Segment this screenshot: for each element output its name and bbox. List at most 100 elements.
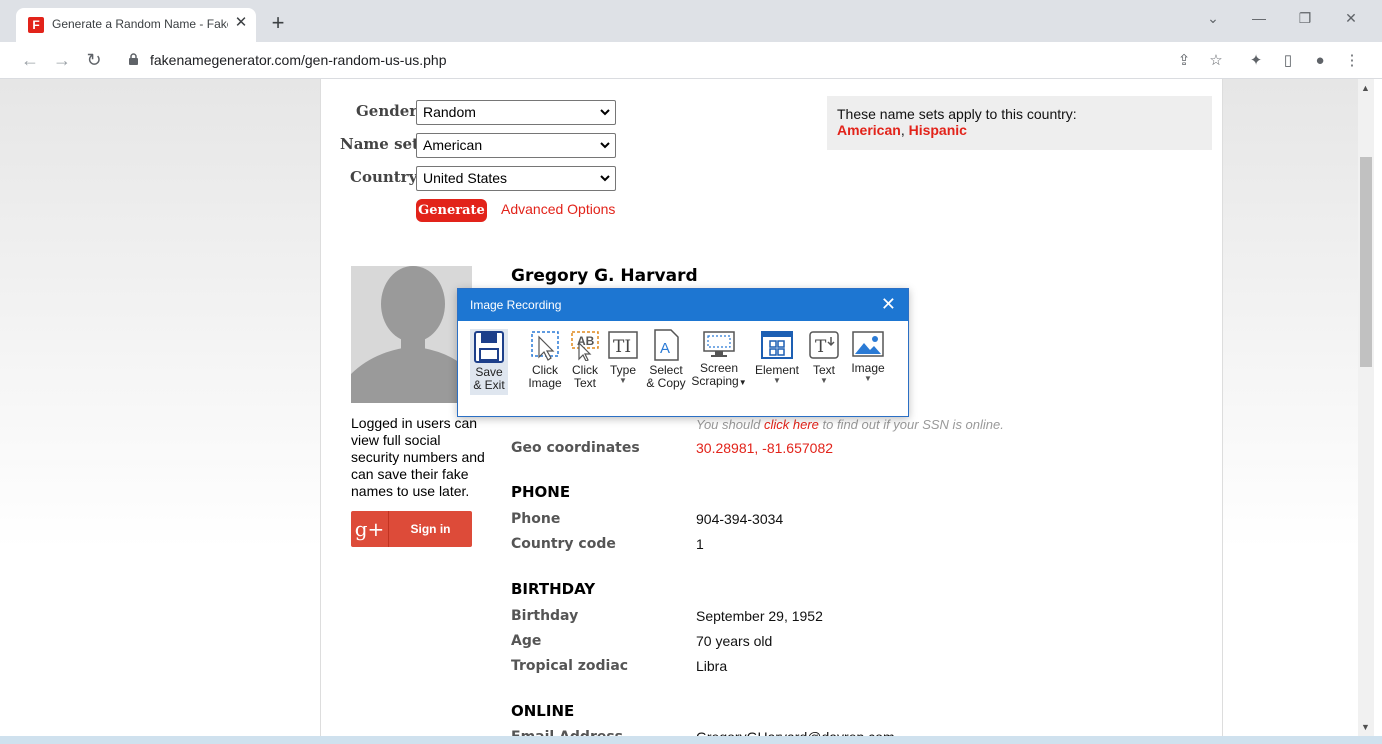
profile-icon[interactable]: ● [1309,50,1331,72]
select-copy-icon: A [654,329,679,361]
restore-icon[interactable]: ❐ [1293,10,1317,27]
country-code-label: Country code [511,536,616,552]
forward-icon[interactable]: → [51,50,73,72]
dropdown-caret-icon: ▼ [738,378,747,387]
nameset-separator: , [900,122,909,138]
zodiac-label: Tropical zodiac [511,658,629,674]
dropdown-caret-icon: ▼ [820,376,828,385]
extensions-icon[interactable]: ✦ [1245,50,1267,72]
address-bar[interactable]: fakenamegenerator.com/gen-random-us-us.p… [150,52,447,68]
dialog-title: Image Recording [458,289,908,321]
phone-label: Phone [511,511,561,527]
dropdown-caret-icon: ▼ [619,376,627,385]
screen-scraping-button[interactable]: Screen Scraping▼ [691,329,747,389]
age-label: Age [511,633,542,649]
geo-value-link[interactable]: 30.28981, -81.657082 [696,440,833,456]
browser-toolbar: ← → ↻ fakenamegenerator.com/gen-random-u… [0,42,1382,79]
signin-label: Sign in [410,522,451,536]
browser-tab[interactable]: F Generate a Random Name - Fake Name Gen… [16,8,256,42]
ssn-note: You should click here to find out if you… [696,417,1004,432]
click-image-button[interactable]: Click Image [526,329,564,390]
type-icon: TI [608,331,638,359]
svg-text:TI: TI [613,337,631,357]
google-plus-icon: g+ [351,511,389,547]
scroll-down-icon[interactable]: ▼ [1361,722,1370,732]
birthday-heading: BIRTHDAY [511,580,596,598]
nameset-link-hispanic[interactable]: Hispanic [909,122,967,138]
namesets-info-box: These name sets apply to this country: A… [827,96,1212,150]
text-button[interactable]: T Text ▼ [806,329,842,385]
taskbar [0,736,1382,744]
type-button[interactable]: TI Type ▼ [604,329,642,385]
dropdown-caret-icon: ▼ [773,376,781,385]
geo-label: Geo coordinates [511,440,640,456]
age-value: 70 years old [696,633,773,649]
ssn-click-here-link[interactable]: click here [764,417,819,432]
image-button[interactable]: Image ▼ [848,329,888,383]
tab-strip: F Generate a Random Name - Fake Name Gen… [0,0,1382,42]
chevron-down-icon [600,175,610,182]
reload-icon[interactable]: ↻ [83,50,105,72]
gender-select[interactable]: Random [416,100,616,125]
phone-value: 904-394-3034 [696,511,784,527]
country-select[interactable]: United States [416,166,616,191]
google-signin-button[interactable]: g+ Sign in [351,511,472,547]
scroll-up-icon[interactable]: ▲ [1361,83,1370,93]
online-heading: ONLINE [511,702,575,720]
tab-search-icon[interactable]: ⌄ [1201,10,1225,27]
country-code-value: 1 [696,536,704,552]
share-icon[interactable]: ⇪ [1173,50,1195,72]
phone-heading: PHONE [511,483,571,501]
favicon-icon: F [28,17,44,33]
birthday-value: September 29, 1952 [696,608,823,624]
svg-text:A: A [660,340,670,357]
window-close-icon[interactable]: ✕ [1339,10,1363,27]
dialog-close-icon[interactable]: ✕ [881,294,896,315]
image-recording-dialog: Image Recording ✕ Save & Exit Click Imag… [457,288,909,417]
country-label: Country [350,168,418,186]
element-button[interactable]: Element ▼ [754,329,800,385]
lock-icon[interactable] [128,53,139,65]
floppy-disk-icon [474,331,504,363]
nameset-label: Name set [340,135,419,153]
save-exit-button[interactable]: Save & Exit [470,329,508,395]
chevron-down-icon [600,109,610,116]
dropdown-caret-icon: ▼ [864,374,872,383]
avatar [351,266,472,403]
nameset-value: American [423,137,483,153]
minimize-icon[interactable]: — [1247,10,1271,26]
new-tab-button[interactable]: + [266,12,290,36]
generated-name: Gregory G. Harvard [511,266,698,286]
click-text-icon: AB [571,331,599,361]
birthday-label: Birthday [511,608,579,624]
person-silhouette-icon [351,266,472,403]
generate-button[interactable]: Generate [416,199,487,222]
bookmark-star-icon[interactable]: ☆ [1205,50,1227,72]
scroll-thumb[interactable] [1360,157,1372,367]
back-icon[interactable]: ← [19,50,41,72]
nameset-link-american[interactable]: American [837,122,901,138]
gender-value: Random [423,104,476,120]
login-note: Logged in users can view full social sec… [351,415,485,499]
gender-label: Gender [356,102,418,120]
tab-title: Generate a Random Name - Fake Name Gener… [52,17,228,31]
menu-icon[interactable]: ⋮ [1341,50,1363,72]
click-text-button[interactable]: AB Click Text [566,329,604,390]
select-copy-button[interactable]: A Select & Copy [644,329,688,390]
advanced-options-link[interactable]: Advanced Options [501,201,615,217]
image-icon [852,331,884,357]
screen-scraping-icon [703,331,735,357]
text-icon: T [809,331,839,359]
click-image-icon [531,331,559,361]
ssn-note-pre: You should [696,417,764,432]
element-icon [761,331,793,359]
svg-text:T: T [815,337,827,357]
nameset-select[interactable]: American [416,133,616,158]
close-tab-icon[interactable]: ✕ [232,14,250,32]
chevron-down-icon [600,142,610,149]
ssn-note-post: to find out if your SSN is online. [818,417,1004,432]
country-value: United States [423,170,508,186]
side-panel-icon[interactable]: ▯ [1277,50,1299,72]
zodiac-value: Libra [696,658,728,674]
vertical-scrollbar[interactable]: ▲ ▼ [1358,79,1374,744]
